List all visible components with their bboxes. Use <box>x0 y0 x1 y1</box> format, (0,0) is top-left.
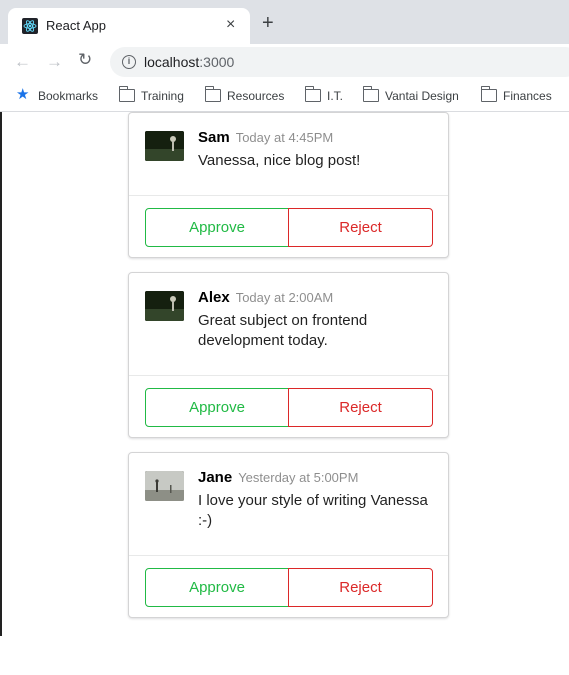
folder-icon <box>362 86 379 102</box>
reload-icon[interactable]: ↻ <box>78 50 92 70</box>
back-arrow-icon[interactable]: ← <box>14 52 31 72</box>
browser-tab[interactable]: React App × <box>8 8 250 44</box>
star-icon: ★ <box>16 86 30 103</box>
approve-button[interactable]: Approve <box>145 208 289 247</box>
avatar <box>145 131 184 161</box>
approval-buttons: Approve Reject <box>145 208 433 247</box>
comment-timestamp: Yesterday at 5:00PM <box>238 470 359 485</box>
comment-timestamp: Today at 4:45PM <box>235 130 334 145</box>
card-extra-divider <box>129 555 448 556</box>
comment-text: Great subject on frontend development to… <box>198 312 368 349</box>
comment-timestamp: Today at 2:00AM <box>235 290 334 305</box>
avatar <box>145 471 184 501</box>
comment-author[interactable]: Jane Yesterday at 5:00PM <box>198 469 358 487</box>
browser-toolbar: ← → ↻ i localhost:3000 <box>0 44 569 80</box>
reject-button[interactable]: Reject <box>288 388 433 427</box>
avatar <box>145 291 184 321</box>
comment-card: Sam Today at 4:45PM Vanessa, nice blog po… <box>128 112 449 258</box>
window-edge <box>0 112 2 636</box>
tab-strip: React App × + <box>0 0 569 44</box>
approve-button[interactable]: Approve <box>145 388 289 427</box>
reject-button[interactable]: Reject <box>288 208 433 247</box>
folder-icon <box>304 86 321 102</box>
card-extra-divider <box>129 375 448 376</box>
approve-button[interactable]: Approve <box>145 568 289 607</box>
comment-text: I love your style of writing Vanessa :-) <box>198 492 428 529</box>
url-text[interactable]: localhost:3000 <box>144 54 234 70</box>
folder-icon <box>480 86 497 102</box>
info-icon[interactable]: i <box>122 55 136 69</box>
comment-author[interactable]: Sam Today at 4:45PM <box>198 129 333 147</box>
comment-card: Alex Today at 2:00AM Great subject on fro… <box>128 272 449 438</box>
tab-close-icon[interactable]: × <box>226 16 235 34</box>
bookmarks-bar: ★ Bookmarks Training Resources I.T. Vant… <box>0 80 569 112</box>
card-extra-divider <box>129 195 448 196</box>
tab-title: React App <box>46 18 106 33</box>
address-bar[interactable]: i localhost:3000 <box>110 47 569 77</box>
comment-author[interactable]: Alex Today at 2:00AM <box>198 289 333 307</box>
page-viewport: Sam Today at 4:45PM Vanessa, nice blog po… <box>0 112 569 675</box>
comment-text: Vanessa, nice blog post! <box>198 152 361 169</box>
react-logo-icon <box>22 18 38 34</box>
forward-arrow-icon[interactable]: → <box>46 52 63 72</box>
approval-buttons: Approve Reject <box>145 388 433 427</box>
folder-icon <box>204 86 221 102</box>
comment-card: Jane Yesterday at 5:00PM I love your styl… <box>128 452 449 618</box>
folder-icon <box>118 86 135 102</box>
reject-button[interactable]: Reject <box>288 568 433 607</box>
new-tab-button[interactable]: + <box>262 13 274 33</box>
approval-buttons: Approve Reject <box>145 568 433 607</box>
